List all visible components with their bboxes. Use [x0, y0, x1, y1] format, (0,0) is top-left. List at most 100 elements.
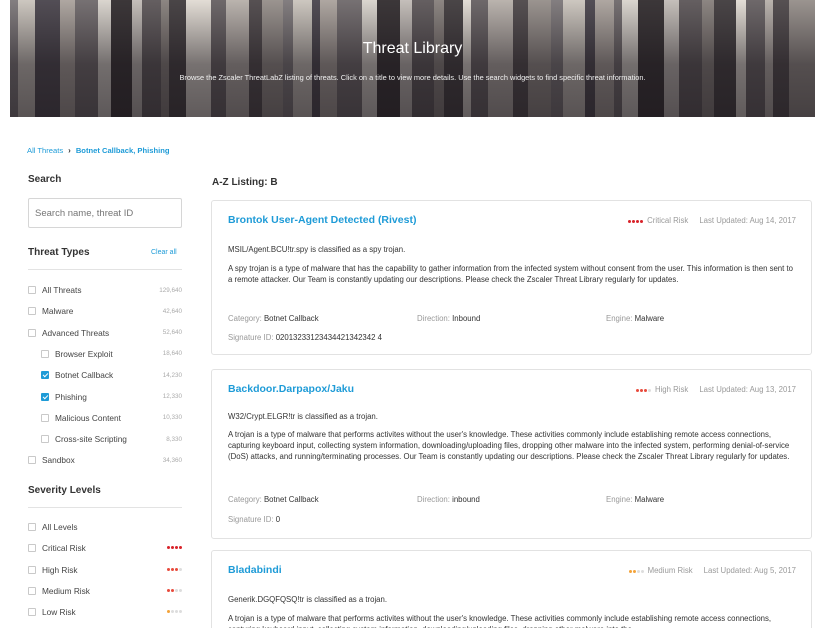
divider	[28, 507, 182, 508]
filter-count: 42,640	[162, 307, 182, 315]
breadcrumb-all-threats[interactable]: All Threats	[27, 146, 63, 155]
signature-field: Signature ID: 02013233123434421342342 4	[228, 333, 382, 342]
risk-label: Critical Risk	[647, 216, 689, 225]
severity-filter[interactable]: Critical Risk	[28, 541, 182, 555]
last-updated: Last Updated: Aug 5, 2017	[703, 566, 796, 575]
checkbox[interactable]	[28, 608, 36, 617]
threat-types-heading: Threat Types	[28, 247, 90, 258]
checkbox[interactable]	[28, 307, 36, 316]
risk-dots-icon	[166, 545, 182, 552]
threat-classification: MSIL/Agent.BCU!tr.spy is classified as a…	[228, 245, 406, 254]
checkbox[interactable]	[41, 435, 49, 444]
filter-count: 34,360	[162, 456, 182, 464]
category-value: Botnet Callback	[263, 314, 319, 323]
signature-field: Signature ID: 0	[228, 515, 281, 524]
engine-field: Engine: Malware	[606, 495, 665, 504]
signature-value: 02013233123434421342342 4	[275, 333, 382, 342]
hero-banner: Threat Library Browse the Zscaler Threat…	[10, 0, 815, 117]
threat-title-link[interactable]: Bladabindi	[228, 564, 282, 576]
engine-value: Malware	[634, 314, 665, 323]
filter-count: 52,640	[162, 329, 182, 337]
threat-classification: Generik.DGQFQSQ!tr is classified as a tr…	[228, 595, 388, 604]
filter-count: 14,230	[162, 371, 182, 379]
direction-field: Direction: inbound	[417, 495, 480, 504]
threat-description: A trojan is a type of malware that perfo…	[228, 614, 772, 628]
severity-filter[interactable]: High Risk	[28, 563, 182, 577]
filter-count: 18,640	[162, 350, 182, 358]
threat-type-filter[interactable]: Cross-site Scripting 8,330	[41, 432, 182, 446]
filter-label: Malware	[42, 306, 74, 317]
direction-field: Direction: Inbound	[417, 314, 481, 323]
checkbox[interactable]	[28, 456, 36, 465]
filter-label: Browser Exploit	[55, 348, 113, 359]
clear-all-link[interactable]: Clear all	[151, 249, 177, 256]
filter-count: 8,330	[166, 435, 182, 443]
last-updated: Last Updated: Aug 14, 2017	[699, 216, 796, 225]
checkbox[interactable]	[28, 586, 36, 595]
category-field: Category: Botnet Callback	[228, 314, 319, 323]
threat-description: A spy trojan is a type of malware that h…	[228, 264, 793, 284]
threat-description: A trojan is a type of malware that perfo…	[228, 430, 790, 461]
filter-count: 12,330	[162, 393, 182, 400]
breadcrumb-current[interactable]: Botnet Callback, Phishing	[76, 146, 170, 155]
filter-label: Medium Risk	[42, 585, 90, 596]
filter-label: Low Risk	[42, 607, 76, 618]
filter-label: Botnet Callback	[55, 370, 114, 381]
checkbox[interactable]	[41, 349, 49, 358]
threat-type-filter[interactable]: Malicious Content 10,330	[41, 411, 182, 425]
filter-label: All Levels	[42, 522, 78, 532]
risk-level-indicator	[627, 216, 644, 225]
threat-card: Bladabindi Medium Risk Last Updated: Aug…	[211, 550, 812, 628]
threat-title-link[interactable]: Backdoor.Darpapox/Jaku	[228, 383, 354, 395]
severity-filter[interactable]: Medium Risk	[28, 584, 182, 598]
filter-count: 10,330	[162, 414, 182, 422]
filter-label: Cross-site Scripting	[55, 434, 127, 445]
signature-value: 0	[275, 515, 281, 524]
threat-type-filter[interactable]: Botnet Callback 14,230	[41, 368, 182, 382]
checkbox[interactable]	[28, 286, 36, 294]
filter-label: High Risk	[42, 564, 78, 575]
threat-type-filter[interactable]: Advanced Threats 52,640	[28, 326, 182, 340]
severity-filter[interactable]: All Levels	[28, 520, 182, 534]
threat-type-filter[interactable]: Sandbox 34,360	[28, 453, 182, 467]
category-field: Category: Botnet Callback	[228, 495, 319, 504]
threat-type-filter[interactable]: Browser Exploit 18,640	[41, 347, 182, 361]
threat-title-link[interactable]: Brontok User-Agent Detected (Rivest)	[228, 214, 416, 226]
search-heading: Search	[28, 174, 62, 185]
checkbox[interactable]	[41, 371, 49, 380]
checkbox[interactable]	[28, 565, 36, 574]
checkbox[interactable]	[28, 523, 36, 531]
filter-label: Malicious Content	[55, 412, 121, 423]
last-updated: Last Updated: Aug 13, 2017	[699, 385, 796, 394]
threat-type-filter[interactable]: All Threats 129,640	[28, 283, 182, 297]
checkbox[interactable]	[28, 544, 36, 553]
risk-level-indicator	[635, 385, 651, 394]
risk-dots-icon	[166, 587, 182, 594]
filter-count: 129,640	[159, 286, 182, 294]
checkbox[interactable]	[41, 413, 49, 422]
severity-filter[interactable]: Low Risk	[28, 605, 182, 619]
filter-label: Critical Risk	[42, 543, 86, 554]
checkbox[interactable]	[41, 392, 49, 401]
filter-label: Phishing	[55, 391, 87, 402]
risk-dots-icon	[166, 566, 182, 573]
chevron-right-icon: ›	[68, 146, 71, 155]
engine-value: Malware	[634, 495, 665, 504]
direction-value: Inbound	[452, 314, 481, 323]
threat-card: Backdoor.Darpapox/Jaku High Risk Last Up…	[211, 369, 812, 539]
page-subtitle: Browse the Zscaler ThreatLabZ listing of…	[179, 73, 646, 82]
checkbox[interactable]	[28, 328, 36, 337]
risk-level-indicator	[628, 566, 644, 575]
breadcrumb: All Threats › Botnet Callback, Phishing	[27, 146, 170, 155]
threat-type-filter[interactable]: Phishing 12,330	[41, 390, 182, 404]
risk-dots-icon	[166, 609, 182, 616]
threat-card: Brontok User-Agent Detected (Rivest) Cri…	[211, 200, 812, 355]
risk-label: Medium Risk	[647, 566, 693, 575]
threat-type-filter[interactable]: Malware 42,640	[28, 304, 182, 318]
search-input[interactable]	[28, 198, 182, 228]
direction-value: inbound	[452, 495, 480, 504]
filter-label: Advanced Threats	[42, 327, 110, 338]
risk-label: High Risk	[654, 385, 689, 394]
category-value: Botnet Callback	[263, 495, 319, 504]
filter-label: All Threats	[42, 285, 82, 295]
